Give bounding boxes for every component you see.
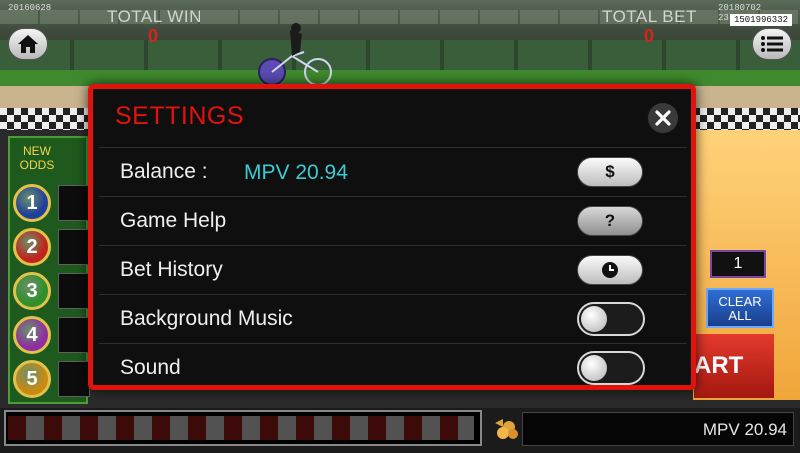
total-bet-value: 0 [644, 26, 655, 46]
total-win-label: TOTAL WIN [107, 7, 202, 26]
toggle-knob [581, 355, 607, 381]
close-button[interactable] [646, 101, 680, 135]
total-bet-label: TOTAL BET [602, 7, 697, 26]
settings-row-bet-history: Bet History [99, 245, 687, 293]
bet-count: 1 [710, 250, 766, 278]
odds-slot [58, 273, 90, 309]
settings-row-game-help: Game Help ? [99, 196, 687, 244]
home-button[interactable] [8, 28, 48, 60]
ticker-stripe [8, 416, 474, 440]
bet-history-label: Bet History [120, 258, 223, 281]
track-fence [0, 40, 800, 70]
session-id: 1501996332 [730, 14, 792, 26]
toggle-knob [581, 306, 607, 332]
odds-slot [58, 229, 90, 265]
bet-ball-1[interactable]: 1 [13, 184, 51, 222]
balance-value: MPV 20.94 [244, 161, 348, 184]
close-icon [655, 110, 671, 126]
bet-history-button[interactable] [577, 255, 643, 285]
balance-label: Balance : [120, 160, 208, 183]
odds-slot [58, 317, 90, 353]
bottom-balance: MPV 20.94 [522, 412, 794, 446]
bet-ball-2[interactable]: 2 [13, 228, 51, 266]
game-help-label: Game Help [120, 209, 227, 232]
settings-dialog: SETTINGS Balance : MPV 20.94 $ Game Help… [88, 84, 696, 390]
menu-button[interactable] [752, 28, 792, 60]
odds-slot [58, 361, 90, 397]
background-music-toggle[interactable] [577, 302, 645, 336]
clear-all-button[interactable]: CLEAR ALL [706, 288, 774, 328]
cyclist-sprite [258, 23, 332, 86]
settings-title: SETTINGS [115, 102, 245, 130]
total-win-value: 0 [148, 26, 159, 46]
clock-icon [602, 262, 618, 278]
settings-row-balance: Balance : MPV 20.94 $ [99, 147, 687, 195]
list-menu-icon [761, 36, 783, 52]
home-icon [18, 35, 38, 53]
balance-button[interactable]: $ [577, 157, 643, 187]
settings-row-background-music: Background Music [99, 294, 687, 342]
new-odds-label: NEW ODDS [19, 144, 55, 172]
dollar-icon: $ [605, 162, 615, 181]
background-music-label: Background Music [120, 307, 293, 330]
game-help-button[interactable]: ? [577, 206, 643, 236]
bet-ball-5[interactable]: 5 [13, 360, 51, 398]
bet-ball-4[interactable]: 4 [13, 316, 51, 354]
chips-icon [492, 414, 520, 442]
bet-ball-3[interactable]: 3 [13, 272, 51, 310]
start-button[interactable]: ART [694, 334, 774, 398]
question-icon: ? [604, 211, 616, 230]
settings-row-sound: Sound [99, 343, 687, 391]
sound-toggle[interactable] [577, 351, 645, 385]
date-stamp-left: 20160628 [8, 3, 52, 13]
sound-label: Sound [120, 356, 181, 379]
odds-slot [58, 185, 90, 221]
